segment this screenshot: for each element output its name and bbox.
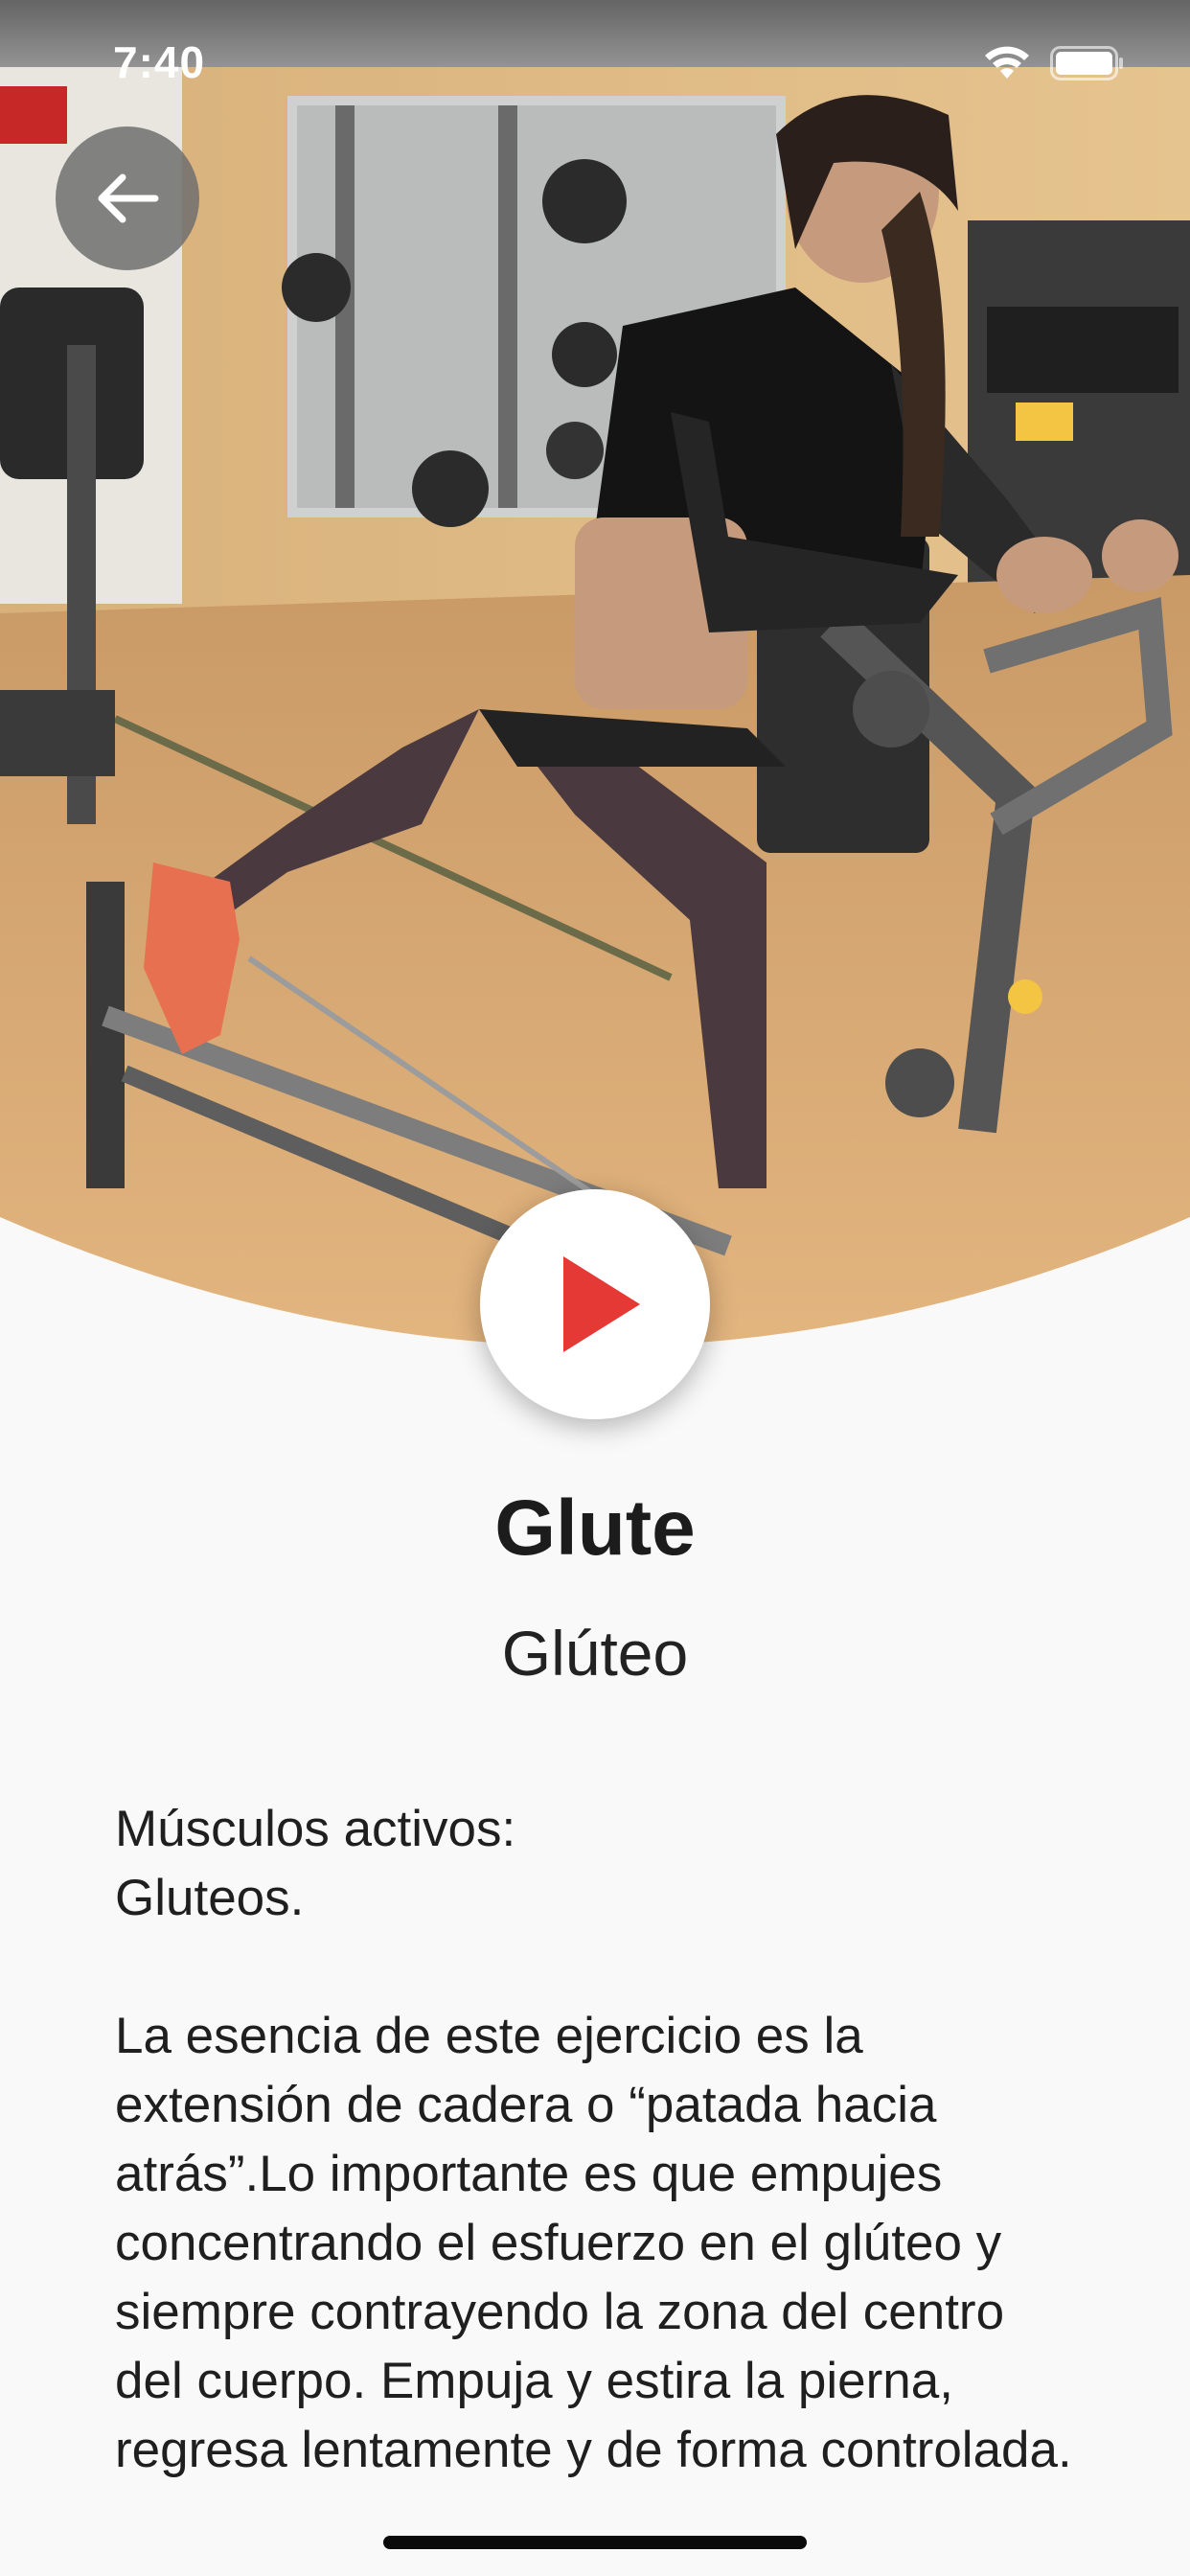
description-text: La esencia de este ejercicio es la exten… [115, 2008, 1072, 2478]
play-video-button[interactable] [480, 1189, 710, 1419]
muscles-list: Gluteos. [115, 1870, 305, 1926]
home-indicator[interactable] [383, 2536, 807, 2549]
back-button[interactable] [56, 126, 199, 270]
status-bar: 7:40 [0, 0, 1190, 134]
play-icon [548, 1254, 642, 1354]
status-time: 7:40 [113, 37, 206, 87]
wifi-icon [983, 44, 1031, 80]
exercise-description: Músculos activos: Gluteos. La esencia de… [115, 1795, 1083, 2485]
muscles-heading: Músculos activos: [115, 1801, 516, 1857]
exercise-subtitle: Glúteo [501, 1618, 689, 1689]
arrow-left-icon [94, 170, 161, 227]
exercise-title: Glute [494, 1484, 696, 1572]
battery-icon [1050, 46, 1125, 80]
